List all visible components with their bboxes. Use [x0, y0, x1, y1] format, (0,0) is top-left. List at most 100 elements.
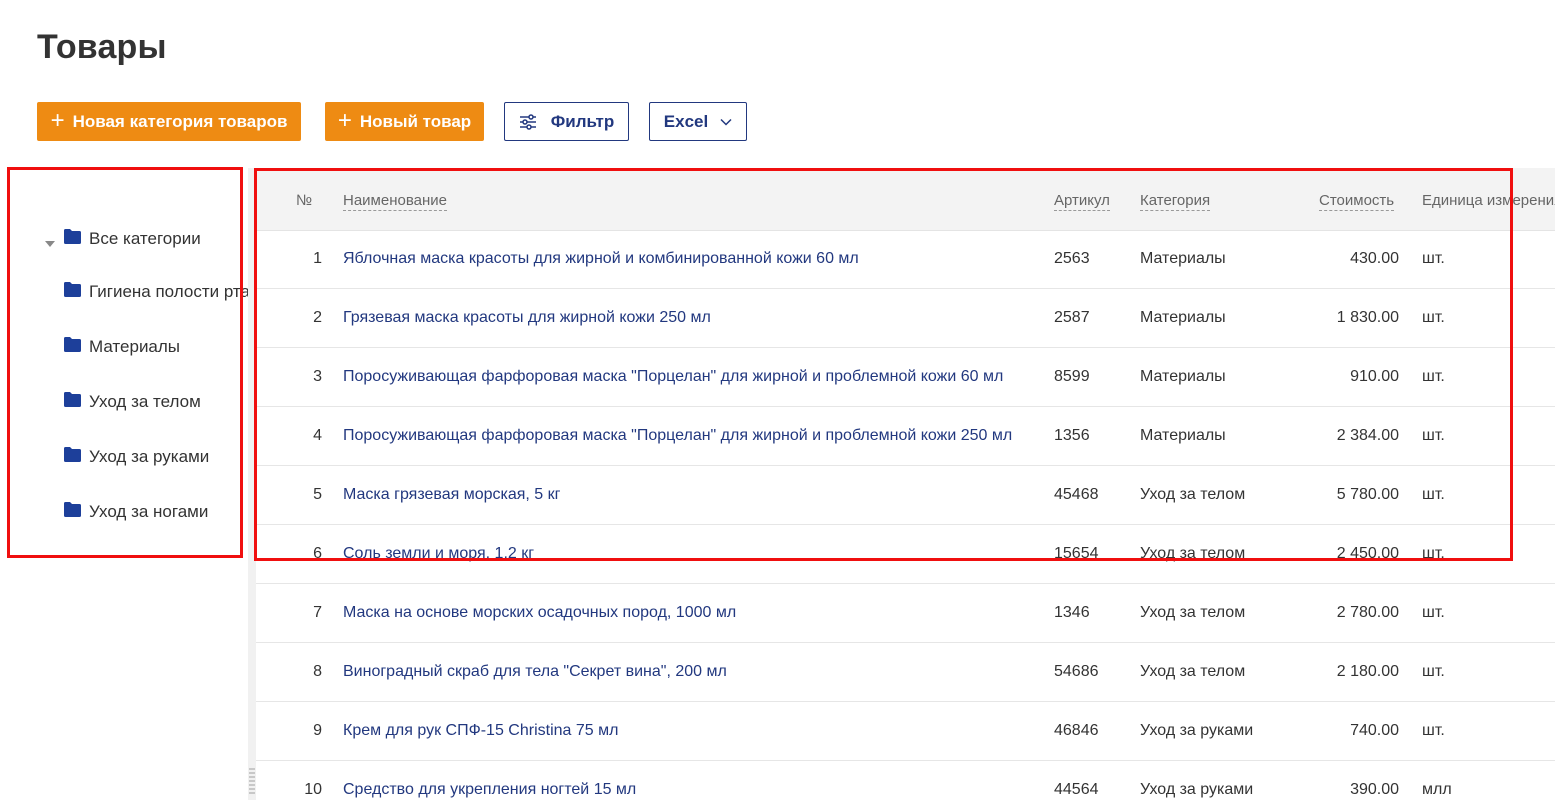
- cell-unit: млл: [1422, 781, 1452, 798]
- tree-item-label: Материалы: [89, 337, 181, 356]
- tree-item-hand-care[interactable]: Уход за руками: [0, 443, 248, 471]
- chevron-down-icon: [720, 118, 732, 126]
- cell-sku: 15654: [1054, 545, 1099, 562]
- table-row[interactable]: 7 Маска на основе морских осадочных пород…: [256, 584, 1555, 643]
- cell-sku: 1356: [1054, 427, 1090, 444]
- folder-icon: [64, 282, 81, 302]
- filter-button[interactable]: Фильтр: [504, 102, 629, 141]
- cell-unit: шт.: [1422, 722, 1445, 739]
- cell-category: Материалы: [1140, 309, 1226, 326]
- folder-icon: [64, 229, 81, 249]
- filter-sliders-icon: [519, 113, 537, 130]
- cell-number: 2: [313, 309, 322, 326]
- tree-item-body-care[interactable]: Уход за телом: [0, 388, 248, 416]
- cell-number: 7: [313, 604, 322, 621]
- table-row[interactable]: 10 Средство для укрепления ногтей 15 мл 44…: [256, 761, 1555, 800]
- cell-cost: 2 780.00: [1336, 604, 1399, 621]
- tree-item-foot-care[interactable]: Уход за ногами: [0, 498, 248, 526]
- column-header-name[interactable]: Наименование: [343, 192, 447, 211]
- cell-product-name-link[interactable]: Маска на основе морских осадочных пород,…: [343, 604, 736, 622]
- cell-number: 8: [313, 663, 322, 680]
- cell-unit: шт.: [1422, 250, 1445, 267]
- cell-sku: 46846: [1054, 722, 1099, 739]
- cell-category: Материалы: [1140, 427, 1226, 444]
- excel-dropdown[interactable]: Excel: [649, 102, 747, 141]
- cell-product-name-link[interactable]: Соль земли и моря, 1,2 кг: [343, 545, 534, 563]
- category-tree: Все категории Гигиена полости рта Матери…: [0, 170, 248, 800]
- cell-product-name-link[interactable]: Грязевая маска красоты для жирной кожи 2…: [343, 309, 711, 327]
- table-row[interactable]: 6 Соль земли и моря, 1,2 кг 15654 Уход за т…: [256, 525, 1555, 584]
- drag-handle-icon[interactable]: [249, 768, 255, 794]
- tree-item-label: Уход за телом: [89, 392, 201, 411]
- cell-unit: шт.: [1422, 604, 1445, 621]
- cell-category: Уход за телом: [1140, 604, 1246, 621]
- cell-product-name-link[interactable]: Поросуживающая фарфоровая маска "Порцела…: [343, 368, 1003, 386]
- cell-cost: 910.00: [1350, 368, 1399, 385]
- filter-label: Фильтр: [550, 111, 615, 131]
- cell-number: 4: [313, 427, 322, 444]
- cell-sku: 8599: [1054, 368, 1090, 385]
- cell-number: 10: [304, 781, 322, 798]
- cell-product-name-link[interactable]: Маска грязевая морская, 5 кг: [343, 486, 560, 504]
- table-row[interactable]: 2 Грязевая маска красоты для жирной кожи …: [256, 289, 1555, 348]
- cell-number: 5: [313, 486, 322, 503]
- cell-number: 9: [313, 722, 322, 739]
- panel-resize-splitter[interactable]: [248, 168, 256, 800]
- cell-cost: 2 450.00: [1336, 545, 1399, 562]
- folder-icon: [64, 447, 81, 467]
- cell-cost: 5 780.00: [1336, 486, 1399, 503]
- cell-sku: 2587: [1054, 309, 1090, 326]
- tree-item-all-categories[interactable]: Все категории: [0, 225, 248, 253]
- cell-cost: 2 384.00: [1336, 427, 1399, 444]
- table-row[interactable]: 3 Поросуживающая фарфоровая маска "Порцел…: [256, 348, 1555, 407]
- cell-product-name-link[interactable]: Виноградный скраб для тела "Секрет вина"…: [343, 663, 727, 681]
- new-category-button[interactable]: + Новая категория товаров: [37, 102, 301, 141]
- tree-item-label: Уход за ногами: [89, 502, 209, 521]
- cell-category: Уход за телом: [1140, 545, 1246, 562]
- cell-number: 1: [313, 250, 322, 267]
- cell-number: 6: [313, 545, 322, 562]
- folder-icon: [64, 337, 81, 357]
- cell-category: Уход за телом: [1140, 663, 1246, 680]
- new-product-label: Новый товар: [359, 111, 472, 131]
- cell-product-name-link[interactable]: Средство для укрепления ногтей 15 мл: [343, 781, 636, 799]
- table-row[interactable]: 1 Яблочная маска красоты для жирной и ком…: [256, 230, 1555, 289]
- column-header-category[interactable]: Категория: [1140, 192, 1211, 211]
- table-row[interactable]: 5 Маска грязевая морская, 5 кг 45468 Уход з…: [256, 466, 1555, 525]
- cell-cost: 390.00: [1350, 781, 1399, 798]
- products-table: № Наименование Артикул Категория Стоимос…: [256, 168, 1555, 800]
- cell-unit: шт.: [1422, 486, 1445, 503]
- cell-category: Материалы: [1140, 368, 1226, 385]
- cell-category: Материалы: [1140, 250, 1226, 267]
- cell-product-name-link[interactable]: Крем для рук СПФ-15 Christina 75 мл: [343, 722, 618, 740]
- folder-icon: [64, 502, 81, 522]
- tree-item-materials[interactable]: Материалы: [0, 333, 248, 361]
- cell-sku: 45468: [1054, 486, 1099, 503]
- new-product-button[interactable]: + Новый товар: [325, 102, 484, 141]
- cell-sku: 44564: [1054, 781, 1099, 798]
- tree-item-label: Уход за руками: [89, 447, 210, 466]
- table-row[interactable]: 4 Поросуживающая фарфоровая маска "Порцел…: [256, 407, 1555, 466]
- tree-item-label: Гигиена полости рта: [89, 282, 248, 301]
- cell-sku: 2563: [1054, 250, 1090, 267]
- cell-cost: 740.00: [1350, 722, 1399, 739]
- page-title: Товары: [37, 28, 167, 66]
- tree-item-oral-hygiene[interactable]: Гигиена полости рта: [0, 278, 248, 306]
- column-header-unit[interactable]: Единица измерения: [1422, 192, 1555, 209]
- column-header-sku[interactable]: Артикул: [1054, 192, 1110, 211]
- cell-sku: 1346: [1054, 604, 1090, 621]
- cell-category: Уход за руками: [1140, 781, 1254, 798]
- cell-sku: 54686: [1054, 663, 1099, 680]
- cell-cost: 430.00: [1350, 250, 1399, 267]
- expand-triangle-icon[interactable]: [45, 233, 55, 253]
- tree-item-label: Все категории: [89, 229, 201, 248]
- cell-category: Уход за телом: [1140, 486, 1246, 503]
- column-header-cost[interactable]: Стоимость: [1319, 192, 1395, 211]
- cell-product-name-link[interactable]: Поросуживающая фарфоровая маска "Порцела…: [343, 427, 1012, 445]
- table-row[interactable]: 8 Виноградный скраб для тела "Секрет вина…: [256, 643, 1555, 702]
- column-header-number[interactable]: №: [296, 192, 312, 209]
- cell-unit: шт.: [1422, 427, 1445, 444]
- table-row[interactable]: 9 Крем для рук СПФ-15 Christina 75 мл 4684…: [256, 702, 1555, 761]
- cell-cost: 2 180.00: [1336, 663, 1399, 680]
- cell-product-name-link[interactable]: Яблочная маска красоты для жирной и комб…: [343, 250, 859, 268]
